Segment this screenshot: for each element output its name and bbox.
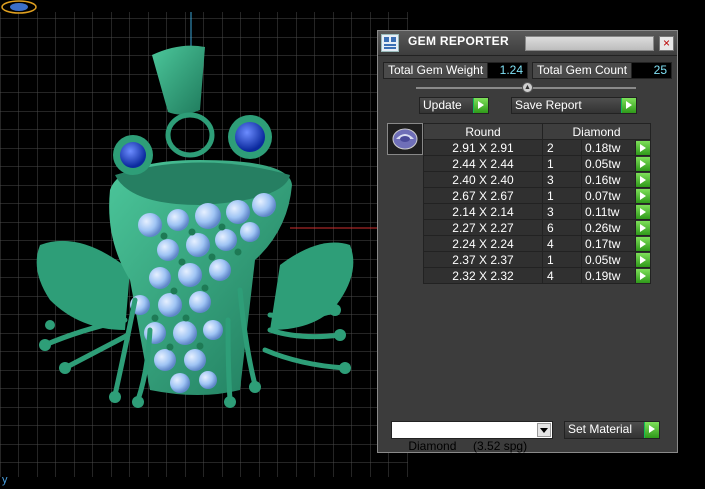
row-select-cell[interactable]: [635, 139, 651, 156]
table-row[interactable]: 2.40 X 2.40 3 0.16tw: [423, 171, 651, 188]
gem-count-cell: 1: [542, 251, 582, 268]
gem-count-cell: 4: [542, 267, 582, 284]
table-row[interactable]: 2.37 X 2.37 1 0.05tw: [423, 251, 651, 268]
material-select-value: Diamond (3.52 spg): [408, 439, 528, 453]
gem-weight-cell: 0.18tw: [581, 139, 636, 156]
gem-size-cell: 2.44 X 2.44: [423, 155, 543, 172]
material-select[interactable]: Diamond (3.52 spg): [391, 421, 553, 453]
table-row[interactable]: 2.14 X 2.14 3 0.11tw: [423, 203, 651, 220]
table-row[interactable]: 2.24 X 2.24 4 0.17tw: [423, 235, 651, 252]
gem-count-cell: 1: [542, 155, 582, 172]
green-play-arrow-icon[interactable]: [636, 268, 650, 283]
green-play-arrow-icon[interactable]: [636, 172, 650, 187]
right-eye-gem: [235, 122, 265, 152]
save-report-button-label: Save Report: [515, 98, 582, 112]
gem-size-cell: 2.37 X 2.37: [423, 251, 543, 268]
row-select-cell[interactable]: [635, 203, 651, 220]
gem-size-cell: 2.91 X 2.91: [423, 139, 543, 156]
gem-weight-cell: 0.26tw: [581, 219, 636, 236]
gem-weight-cell: 0.05tw: [581, 251, 636, 268]
window-title: GEM REPORTER: [408, 34, 509, 48]
green-play-arrow-icon[interactable]: [636, 156, 650, 171]
round-gem-icon[interactable]: [387, 123, 423, 155]
column-header-shape: Round: [423, 123, 543, 140]
row-select-cell[interactable]: [635, 219, 651, 236]
update-button[interactable]: Update: [419, 97, 489, 114]
column-header-material: Diamond: [542, 123, 651, 140]
set-material-button-label: Set Material: [568, 422, 633, 436]
gem-count-cell: 4: [542, 235, 582, 252]
update-button-label: Update: [423, 98, 462, 112]
gem-size-cell: 2.27 X 2.27: [423, 219, 543, 236]
left-eye-gem: [120, 142, 146, 168]
gem-table: Round Diamond 2.91 X 2.91 2 0.18tw 2.44 X 2…: [423, 123, 651, 284]
title-drag-area[interactable]: [525, 36, 654, 51]
green-play-arrow-icon[interactable]: [636, 140, 650, 155]
row-select-cell[interactable]: [635, 267, 651, 284]
set-material-button[interactable]: Set Material: [564, 421, 660, 439]
row-select-cell[interactable]: [635, 171, 651, 188]
gem-weight-cell: 0.07tw: [581, 187, 636, 204]
gem-reporter-app-icon: [381, 34, 399, 52]
green-play-arrow-icon: [473, 98, 488, 113]
gem-weight-cell: 0.11tw: [581, 203, 636, 220]
chevron-down-icon[interactable]: [537, 423, 551, 437]
close-button[interactable]: ×: [659, 36, 674, 51]
gem-weight-cell: 0.16tw: [581, 171, 636, 188]
green-play-arrow-icon[interactable]: [636, 204, 650, 219]
gem-weight-cell: 0.17tw: [581, 235, 636, 252]
green-play-arrow-icon: [644, 422, 659, 438]
table-row[interactable]: 2.32 X 2.32 4 0.19tw: [423, 267, 651, 284]
gem-size-cell: 2.24 X 2.24: [423, 235, 543, 252]
row-select-cell[interactable]: [635, 187, 651, 204]
total-gem-count-value: 25: [631, 63, 671, 78]
table-row[interactable]: 2.44 X 2.44 1 0.05tw: [423, 155, 651, 172]
table-row[interactable]: 2.27 X 2.27 6 0.26tw: [423, 219, 651, 236]
total-gem-count: Total Gem Count 25: [532, 62, 672, 79]
row-select-cell[interactable]: [635, 235, 651, 252]
total-gem-weight: Total Gem Weight 1.24: [383, 62, 528, 79]
table-row[interactable]: 2.67 X 2.67 1 0.07tw: [423, 187, 651, 204]
table-row[interactable]: 2.91 X 2.91 2 0.18tw: [423, 139, 651, 156]
titlebar[interactable]: GEM REPORTER ×: [378, 31, 677, 56]
green-play-arrow-icon[interactable]: [636, 252, 650, 267]
total-gem-weight-value: 1.24: [487, 63, 527, 78]
row-select-cell[interactable]: [635, 251, 651, 268]
save-report-button[interactable]: Save Report: [511, 97, 637, 114]
gem-weight-cell: 0.19tw: [581, 267, 636, 284]
axis-label-y: y: [2, 474, 8, 486]
gem-weight-cell: 0.05tw: [581, 155, 636, 172]
gem-count-cell: 1: [542, 187, 582, 204]
gem-reporter-panel[interactable]: GEM REPORTER × Total Gem Weight 1.24 Tot…: [377, 30, 678, 453]
green-play-arrow-icon: [621, 98, 636, 113]
green-play-arrow-icon[interactable]: [636, 236, 650, 251]
green-play-arrow-icon[interactable]: [636, 188, 650, 203]
gem-count-cell: 2: [542, 139, 582, 156]
panel-slider-knob[interactable]: ▲: [522, 82, 533, 93]
view-cube-icon[interactable]: [0, 0, 38, 14]
row-select-cell[interactable]: [635, 155, 651, 172]
gem-size-cell: 2.32 X 2.32: [423, 267, 543, 284]
gem-size-cell: 2.40 X 2.40: [423, 171, 543, 188]
gem-size-cell: 2.67 X 2.67: [423, 187, 543, 204]
total-gem-weight-label: Total Gem Weight: [388, 63, 484, 77]
gem-count-cell: 6: [542, 219, 582, 236]
green-play-arrow-icon[interactable]: [636, 220, 650, 235]
gem-count-cell: 3: [542, 203, 582, 220]
total-gem-count-label: Total Gem Count: [537, 63, 628, 77]
gem-size-cell: 2.14 X 2.14: [423, 203, 543, 220]
gem-count-cell: 3: [542, 171, 582, 188]
